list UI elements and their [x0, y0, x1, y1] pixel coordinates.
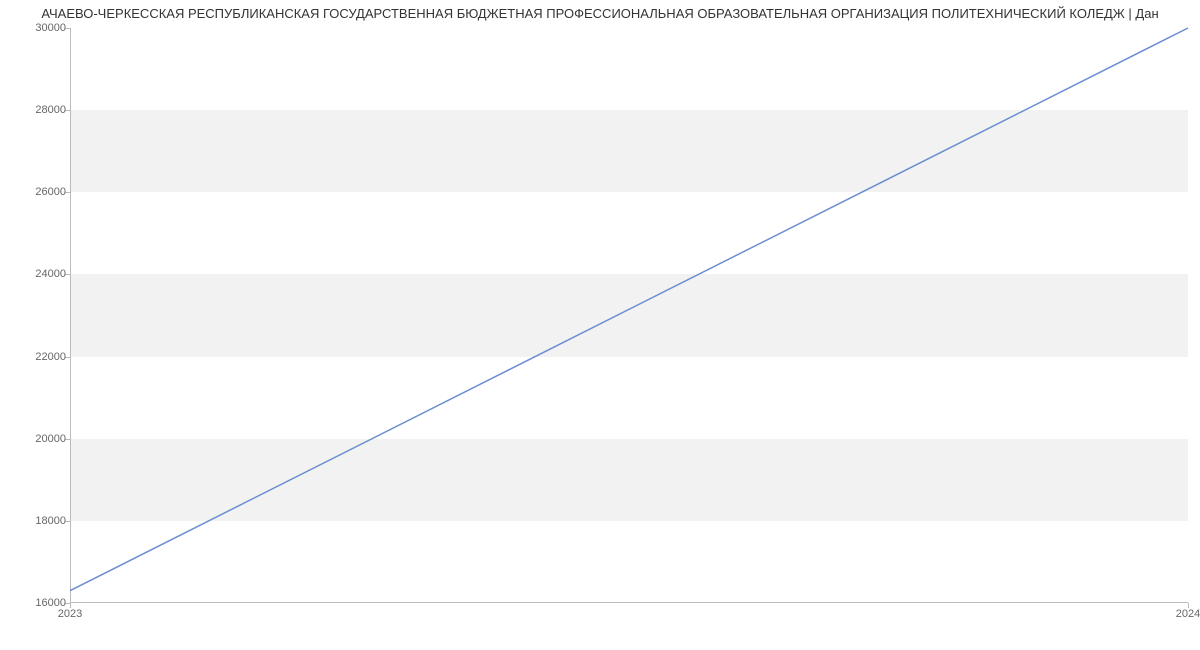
y-axis-tick-label: 28000: [35, 104, 66, 116]
y-axis-tick-label: 26000: [35, 186, 66, 198]
plot-region: [70, 28, 1188, 603]
y-axis-tick-label: 20000: [35, 433, 66, 445]
y-axis-tick-label: 24000: [35, 268, 66, 280]
chart-plot-area: 16000 18000 20000 22000 24000 26000 2800…: [70, 28, 1188, 603]
y-axis-tick-label: 30000: [35, 22, 66, 34]
data-line: [70, 28, 1188, 591]
chart-title: АЧАЕВО-ЧЕРКЕССКАЯ РЕСПУБЛИКАНСКАЯ ГОСУДА…: [0, 6, 1200, 21]
x-axis-tick-label: 2023: [58, 608, 82, 620]
x-axis-tick-label: 2024: [1176, 608, 1200, 620]
y-axis-tick-label: 18000: [35, 515, 66, 527]
y-axis-tick-label: 22000: [35, 351, 66, 363]
line-series-svg: [70, 28, 1188, 603]
